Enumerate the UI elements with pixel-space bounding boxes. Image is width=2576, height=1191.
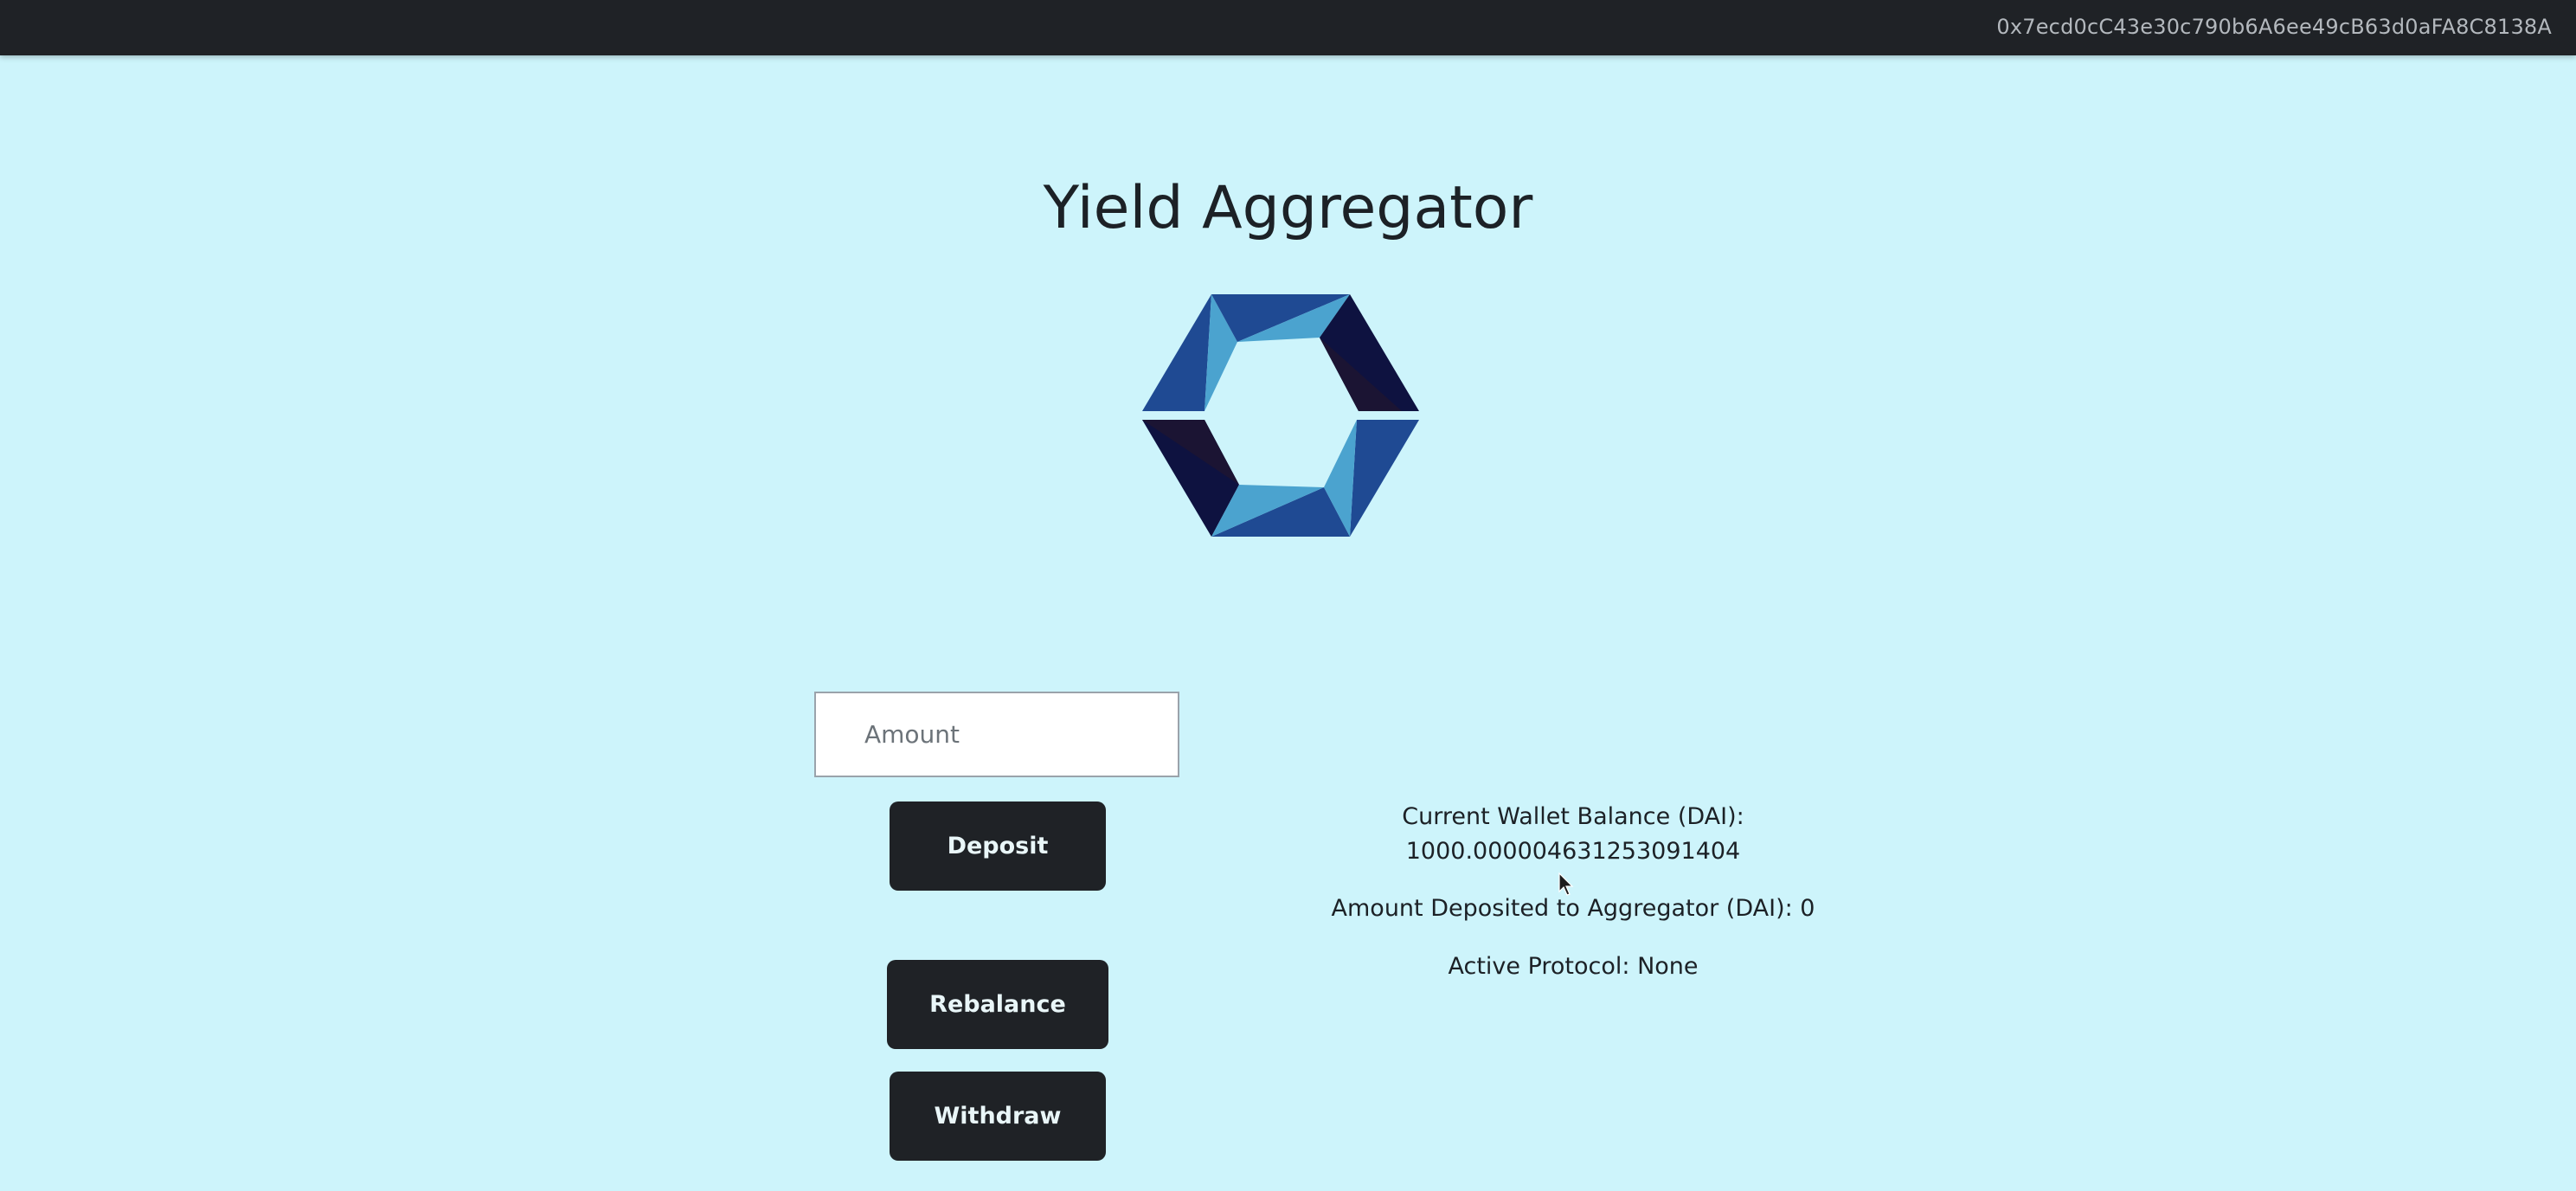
wallet-balance-value: 1000.000004631253091404 [1405,838,1741,865]
rebalance-button[interactable]: Rebalance [887,960,1108,1049]
deposit-button[interactable]: Deposit [890,802,1106,891]
mouse-pointer-icon [1558,872,1574,896]
wallet-balance-label: Current Wallet Balance (DAI): [1402,803,1744,830]
withdraw-button[interactable]: Withdraw [890,1072,1106,1161]
active-protocol: Active Protocol: None [1448,953,1699,980]
page-title: Yield Aggregator [1043,173,1533,242]
hexagon-logo-icon [1142,294,1419,537]
amount-input[interactable] [814,692,1179,777]
top-navbar: 0x7ecd0cC43e30c790b6A6ee49cB63d0aFA8C813… [0,0,2576,55]
deposited-amount: Amount Deposited to Aggregator (DAI): 0 [1331,895,1815,922]
wallet-address: 0x7ecd0cC43e30c790b6A6ee49cB63d0aFA8C813… [1996,15,2552,39]
